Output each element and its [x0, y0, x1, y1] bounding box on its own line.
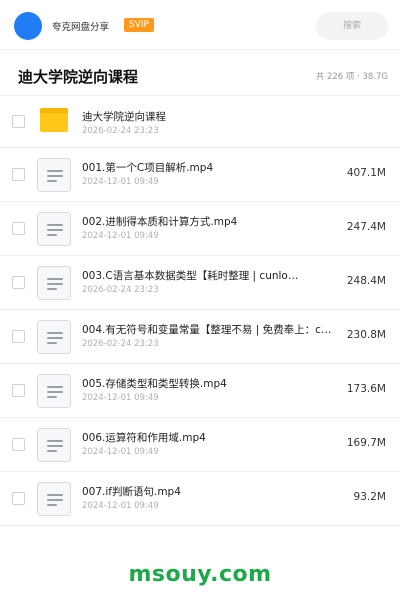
- video-file-icon: [37, 374, 71, 408]
- file-summary: 共 226 项 · 38.7G: [315, 72, 388, 82]
- file-name: 001.第一个C项目解析.mp4: [82, 162, 214, 174]
- file-date: 2024-12-01 09:49: [82, 447, 159, 457]
- file-list: 迪大学院逆向课程 2026-02-24 23:23 001.第一个C项目解析.m…: [0, 96, 400, 526]
- select-checkbox[interactable]: [12, 115, 25, 128]
- file-name: 002.进制得本质和计算方式.mp4: [82, 216, 238, 228]
- file-name: 005.存储类型和类型转换.mp4: [82, 378, 227, 390]
- share-name: 夸克网盘分享: [52, 22, 110, 33]
- select-checkbox[interactable]: [12, 330, 25, 343]
- file-size: 247.4M: [346, 221, 386, 233]
- page-title: 迪大学院逆向课程: [18, 68, 139, 86]
- file-name: 迪大学院逆向课程: [82, 111, 166, 123]
- select-checkbox[interactable]: [12, 222, 25, 235]
- file-name: 006.运算符和作用域.mp4: [82, 432, 206, 444]
- video-file-icon: [37, 482, 71, 516]
- list-item[interactable]: 006.运算符和作用域.mp4 2024-12-01 09:49 169.7M: [0, 418, 400, 472]
- file-date: 2026-02-24 23:23: [82, 126, 159, 136]
- file-date: 2024-12-01 09:49: [82, 177, 159, 187]
- list-item[interactable]: 001.第一个C项目解析.mp4 2024-12-01 09:49 407.1M: [0, 148, 400, 202]
- file-size: 407.1M: [346, 167, 386, 179]
- file-date: 2026-02-24 23:23: [82, 285, 159, 295]
- select-checkbox[interactable]: [12, 384, 25, 397]
- search-input[interactable]: 搜索: [316, 12, 388, 40]
- list-item[interactable]: 004.有无符号和变量常量【整理不易 | 免费奉上：c… 2026-02-24 …: [0, 310, 400, 364]
- file-date: 2024-12-01 09:49: [82, 501, 159, 511]
- list-item[interactable]: 002.进制得本质和计算方式.mp4 2024-12-01 09:49 247.…: [0, 202, 400, 256]
- video-file-icon: [37, 266, 71, 300]
- list-item[interactable]: 003.C语言基本数据类型【耗时整理 | cunlo… 2026-02-24 2…: [0, 256, 400, 310]
- select-checkbox[interactable]: [12, 168, 25, 181]
- avatar[interactable]: [14, 12, 42, 40]
- file-name: 004.有无符号和变量常量【整理不易 | 免费奉上：c…: [82, 324, 332, 336]
- video-file-icon: [37, 320, 71, 354]
- file-name: 007.if判断语句.mp4: [82, 486, 181, 498]
- video-file-icon: [37, 428, 71, 462]
- file-size: 230.8M: [346, 329, 386, 341]
- svip-badge: SVIP: [124, 18, 154, 32]
- folder-header: 迪大学院逆向课程 共 226 项 · 38.7G: [0, 50, 400, 96]
- list-item[interactable]: 007.if判断语句.mp4 2024-12-01 09:49 93.2M: [0, 472, 400, 526]
- list-item[interactable]: 005.存储类型和类型转换.mp4 2024-12-01 09:49 173.6…: [0, 364, 400, 418]
- file-size: 93.2M: [353, 491, 386, 503]
- file-size: 169.7M: [346, 437, 386, 449]
- select-checkbox[interactable]: [12, 438, 25, 451]
- top-bar: 夸克网盘分享 SVIP 搜索: [0, 0, 400, 50]
- list-item[interactable]: 迪大学院逆向课程 2026-02-24 23:23: [0, 96, 400, 148]
- video-file-icon: [37, 212, 71, 246]
- file-size: 173.6M: [346, 383, 386, 395]
- file-name: 003.C语言基本数据类型【耗时整理 | cunlo…: [82, 270, 299, 282]
- video-file-icon: [37, 158, 71, 192]
- file-size: 248.4M: [346, 275, 386, 287]
- file-date: 2024-12-01 09:49: [82, 393, 159, 403]
- select-checkbox[interactable]: [12, 492, 25, 505]
- site-watermark: msouy.com: [128, 562, 272, 587]
- file-date: 2024-12-01 09:49: [82, 231, 159, 241]
- folder-icon: [40, 108, 68, 132]
- select-checkbox[interactable]: [12, 276, 25, 289]
- file-date: 2026-02-24 23:23: [82, 339, 159, 349]
